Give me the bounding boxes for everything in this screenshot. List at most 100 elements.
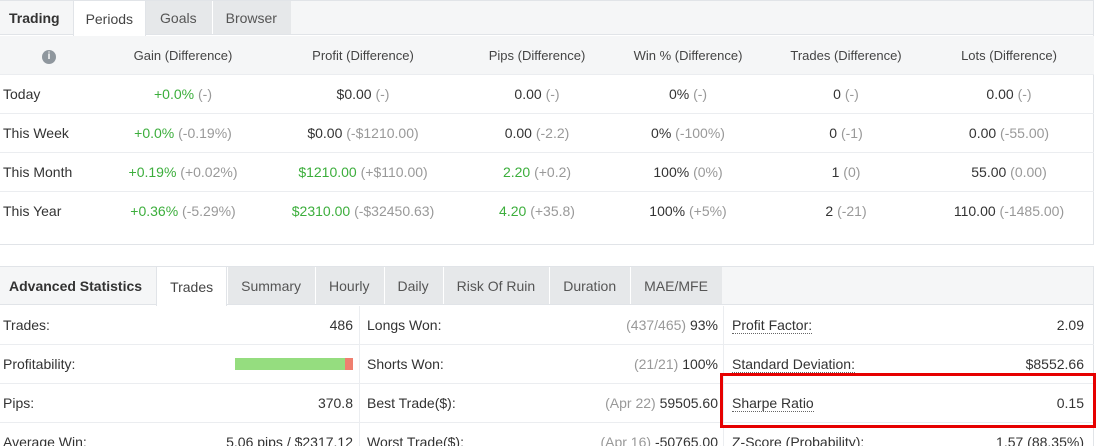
tab-goals[interactable]: Goals [146,1,212,34]
gain-cell: +0.19% (+0.02%) [128,164,238,180]
periods-tabbar: Trading Periods Goals Browser [0,1,1093,36]
stat-value: 59505.60 [659,395,718,411]
period-label: This Year [3,203,62,219]
stat-detail: (21/21) [633,356,679,372]
period-row-this-month: This Month +0.19% (+0.02%) $1210.00 (+$1… [0,152,1094,191]
lots-cell: 0.00 (-) [986,86,1032,102]
column-header-profit: Profit (Difference) [312,47,414,63]
profit-cell: $2310.00 (-$32450.63) [291,203,435,219]
stat-label: Pips: [3,395,35,411]
column-header-gain: Gain (Difference) [133,47,233,63]
profit-cell: $0.00 (-$1210.00) [307,125,419,141]
stat-value-group: (437/465) 93% [626,317,718,333]
stat-value-group: (Apr 16) -50765.00 [600,434,718,446]
tab-advanced-statistics[interactable]: Advanced Statistics [0,267,156,304]
tab-hourly[interactable]: Hourly [315,267,384,304]
stat-label[interactable]: Z-Score (Probability): [732,434,864,446]
trades-cell: 2 (-21) [825,203,867,219]
tab-duration[interactable]: Duration [549,267,631,304]
stat-average-win: Average Win: 5.06 pips / $2317.12 [0,423,360,446]
tab-browser[interactable]: Browser [211,1,291,34]
stat-pips: Pips: 370.8 [0,384,360,422]
stats-tabbar: Advanced Statistics Trades Summary Hourl… [0,267,1093,306]
stat-shorts-won: Shorts Won: (21/21) 100% [360,345,724,383]
stat-best-trade: Best Trade($): (Apr 22) 59505.60 [360,384,724,422]
stat-value: 486 [329,317,353,333]
period-row-today: Today +0.0% (-) $0.00 (-) 0.00 (-) 0% (-… [0,74,1094,113]
gain-cell: +0.36% (-5.29%) [130,203,236,219]
stat-value: 5.06 pips / $2317.12 [226,434,353,446]
stats-row: Pips: 370.8 Best Trade($): (Apr 22) 5950… [0,383,1094,422]
stat-label: Shorts Won: [367,356,444,372]
win-pct-cell: 0% (-100%) [651,125,725,141]
period-row-this-year: This Year +0.36% (-5.29%) $2310.00 (-$32… [0,191,1094,230]
profit-cell: $1210.00 (+$110.00) [298,164,428,180]
stat-value-group: (21/21) 100% [634,356,718,372]
advanced-statistics-panel: Advanced Statistics Trades Summary Hourl… [0,266,1094,446]
period-label: This Week [3,125,69,141]
profit-cell: $0.00 (-) [336,86,390,102]
tab-risk-of-ruin[interactable]: Risk Of Ruin [442,267,550,304]
periods-header-row: i Gain (Difference) Profit (Difference) … [0,36,1094,74]
pips-cell: 0.00 (-2.2) [504,125,570,141]
profitability-bar [235,358,353,370]
column-header-win-pct: Win % (Difference) [633,47,743,63]
stat-label: Best Trade($): [367,395,456,411]
period-row-this-week: This Week +0.0% (-0.19%) $0.00 (-$1210.0… [0,113,1094,152]
stat-value: 100% [682,356,718,372]
stat-value: $8552.66 [1025,356,1084,372]
stat-detail: (Apr 16) [600,434,652,446]
stat-label[interactable]: Sharpe Ratio [732,395,814,412]
tab-trades[interactable]: Trades [156,267,228,306]
stat-value: -50765.00 [654,434,718,446]
stat-detail: (437/465) [626,317,687,333]
stat-label: Average Win: [3,434,87,446]
stat-worst-trade: Worst Trade($): (Apr 16) -50765.00 [360,423,724,446]
trades-cell: 0 (-) [833,86,859,102]
gain-cell: +0.0% (-0.19%) [134,125,232,141]
win-pct-cell: 100% (+5%) [649,203,727,219]
stat-label[interactable]: Standard Deviation: [732,356,855,373]
stats-row: Average Win: 5.06 pips / $2317.12 Worst … [0,422,1094,446]
win-pct-cell: 100% (0%) [653,164,723,180]
lots-cell: 110.00 (-1485.00) [953,203,1065,219]
period-label: Today [3,86,41,102]
profitability-bar-win [235,358,345,370]
trades-cell: 0 (-1) [829,125,863,141]
lots-cell: 0.00 (-55.00) [968,125,1050,141]
stat-detail: (Apr 22) [605,395,656,411]
column-header-trades: Trades (Difference) [790,47,902,63]
stat-sharpe-ratio: Sharpe Ratio 0.15 [724,384,1094,422]
trades-cell: 1 (0) [831,164,861,180]
stat-longs-won: Longs Won: (437/465) 93% [360,306,724,344]
pips-cell: 4.20 (+35.8) [499,203,575,219]
stat-value: 0.15 [1056,395,1084,411]
stat-standard-deviation: Standard Deviation: $8552.66 [724,345,1094,383]
pips-cell: 0.00 (-) [514,86,560,102]
lots-cell: 55.00 (0.00) [971,164,1047,180]
pips-cell: 2.20 (+0.2) [502,164,572,180]
stat-label[interactable]: Profit Factor: [732,317,813,334]
stat-value: 1.57 (88.35%) [996,434,1084,446]
stat-profit-factor: Profit Factor: 2.09 [724,306,1094,344]
stat-value: 2.09 [1056,317,1084,333]
info-icon[interactable]: i [42,47,56,64]
tab-summary[interactable]: Summary [227,267,316,304]
stat-label: Longs Won: [367,317,442,333]
stat-value: 370.8 [317,395,353,411]
stats-row: Trades: 486 Longs Won: (437/465) 93% Pro… [0,306,1094,345]
stat-value: 93% [689,317,718,333]
column-header-lots: Lots (Difference) [961,47,1057,63]
profitability-bar-loss [344,358,353,370]
period-label: This Month [3,164,73,180]
stat-profitability: Profitability: [0,345,360,383]
periods-panel: Trading Periods Goals Browser i Gain (Di… [0,0,1094,245]
stat-trades: Trades: 486 [0,306,360,344]
tab-mae-mfe[interactable]: MAE/MFE [630,267,722,304]
stats-row: Profitability: Shorts Won: (21/21) 100% … [0,344,1094,383]
stat-value-group: (Apr 22) 59505.60 [605,395,718,411]
gain-cell: +0.0% (-) [154,86,212,102]
tab-daily[interactable]: Daily [383,267,443,304]
tab-periods[interactable]: Periods [72,1,147,36]
tab-trading[interactable]: Trading [0,1,73,34]
